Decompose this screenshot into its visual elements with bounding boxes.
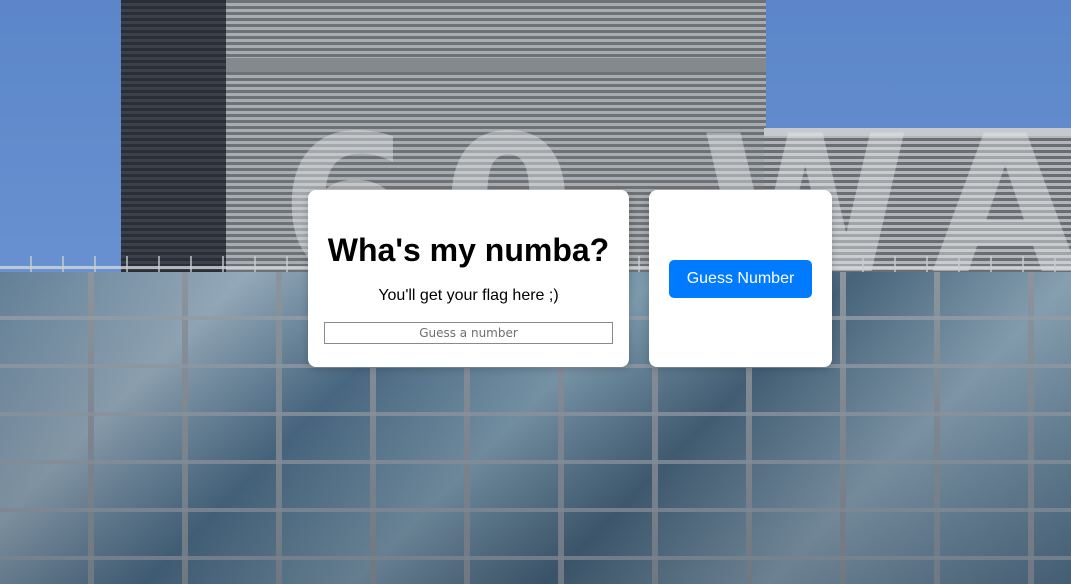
guess-number-button[interactable]: Guess Number (669, 259, 812, 298)
guess-form-card: Wha's my numba? You'll get your flag her… (308, 190, 629, 367)
page-title: Wha's my numba? (327, 232, 610, 268)
building-band (226, 58, 766, 72)
page: 60 WATER Wha's my numba? You'll get your… (0, 0, 1071, 584)
building-dark-facade (121, 0, 227, 290)
building-right-cap (764, 128, 1071, 136)
guess-action-card: Guess Number (649, 190, 832, 367)
subtitle: You'll get your flag here ;) (378, 287, 559, 304)
guess-input[interactable] (324, 322, 613, 344)
